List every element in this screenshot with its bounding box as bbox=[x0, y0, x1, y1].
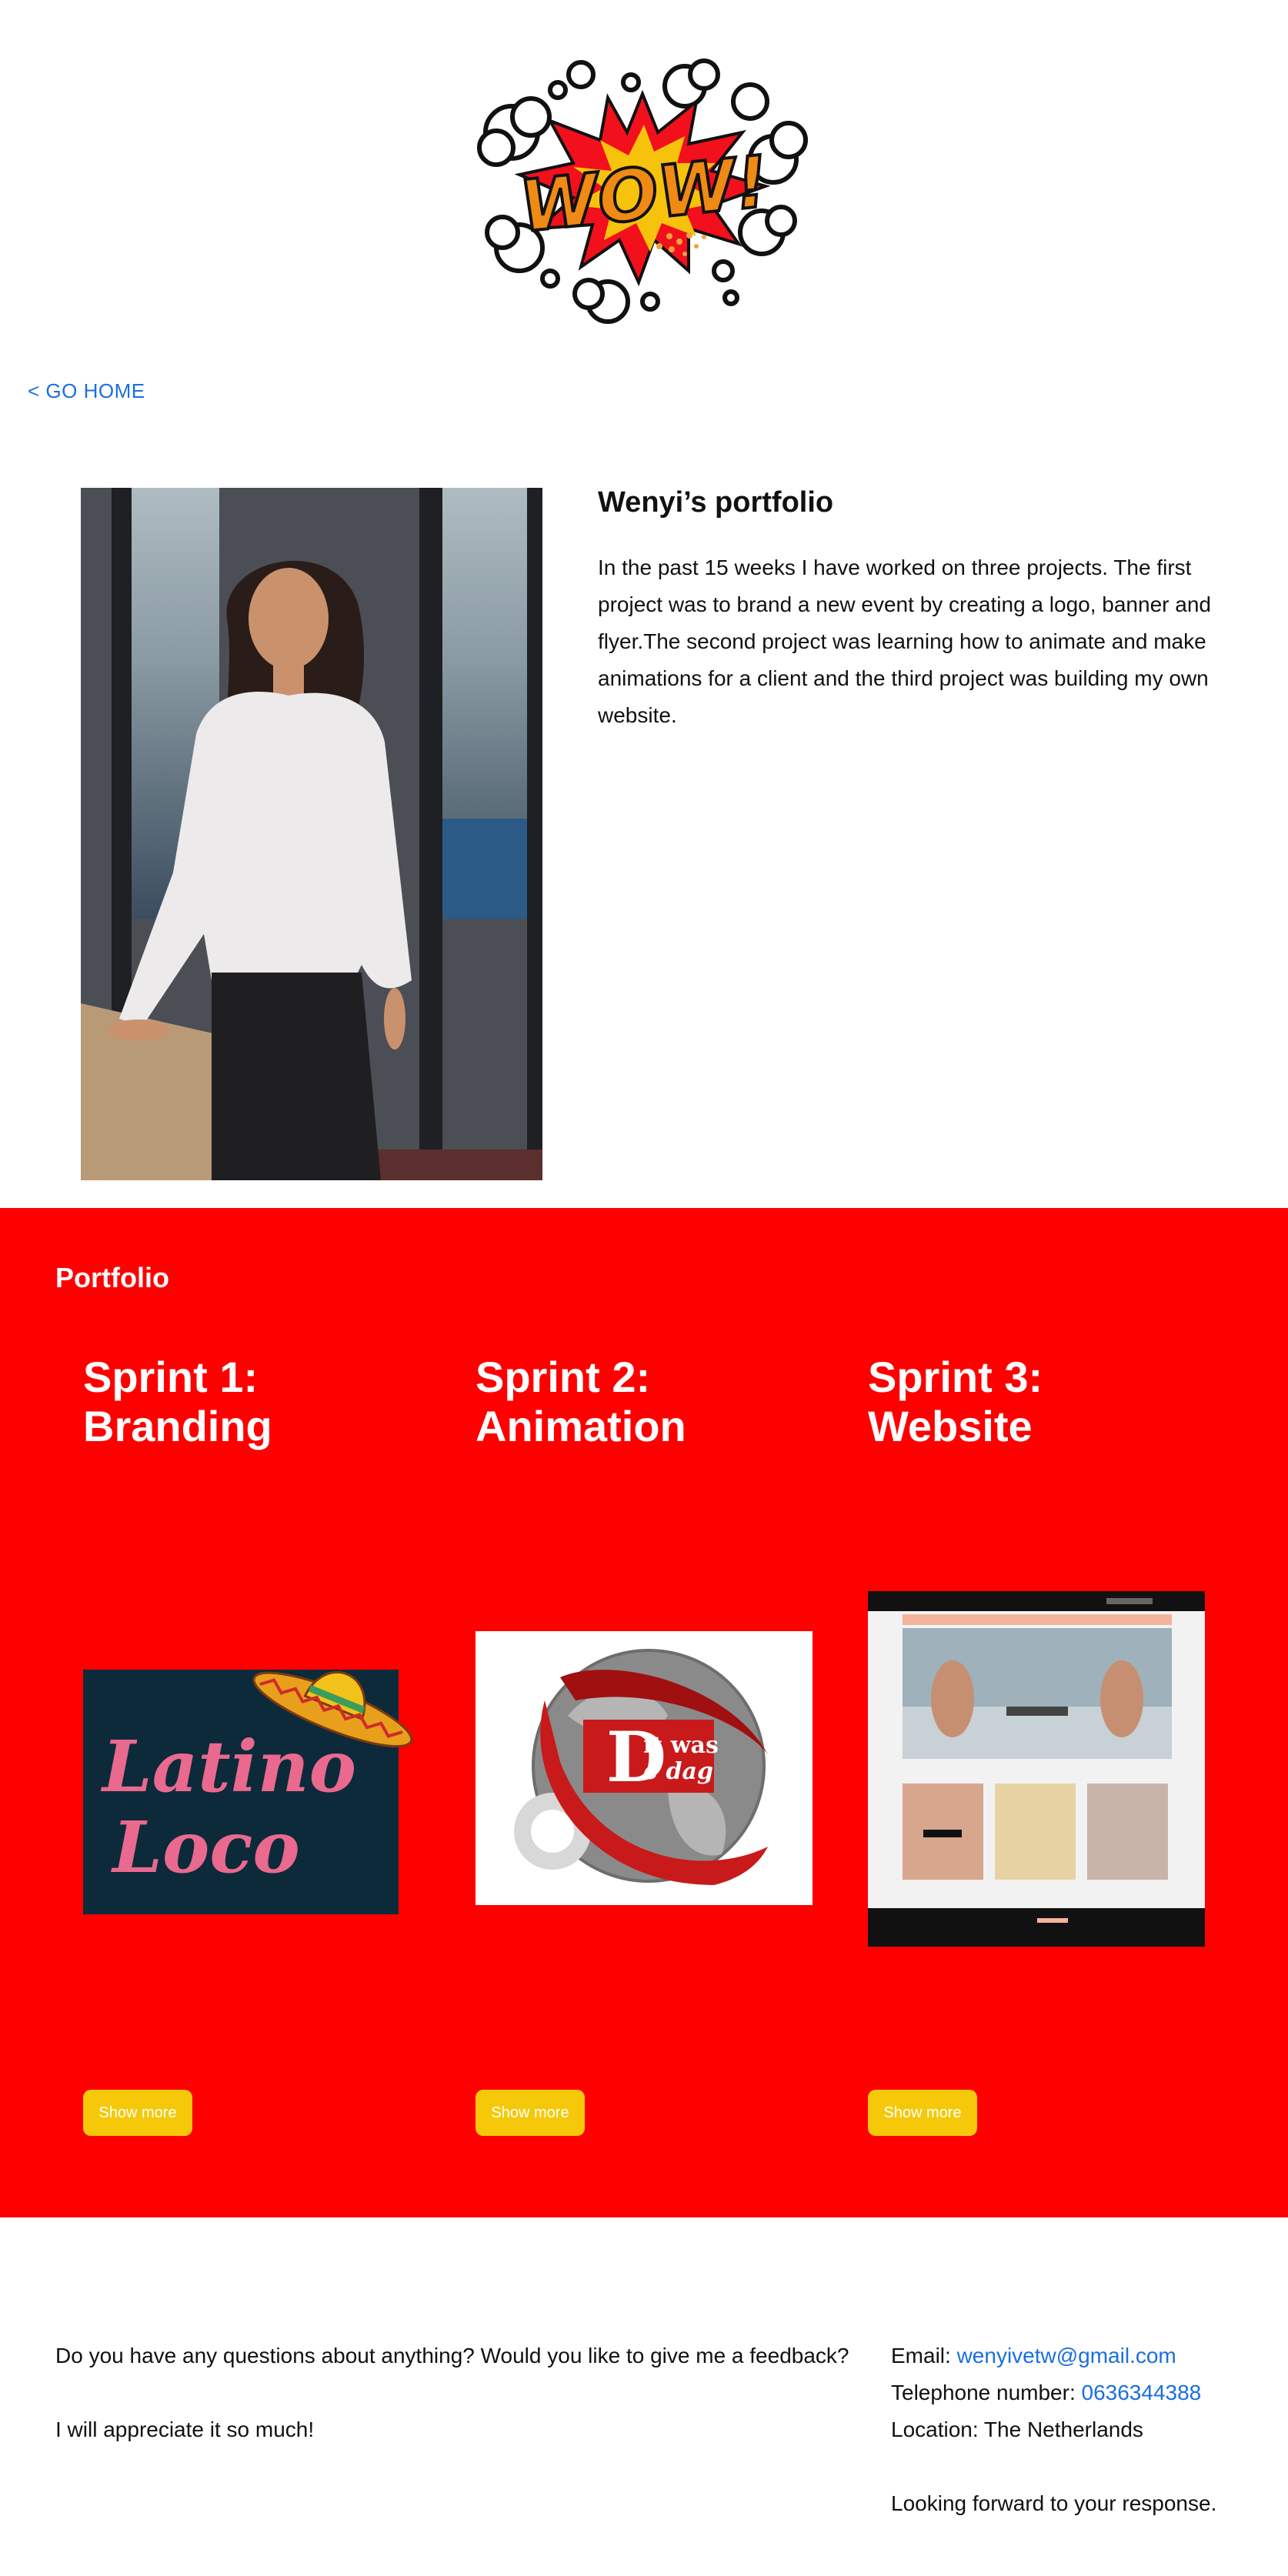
sprint-3-title-line1: Sprint 3: bbox=[868, 1353, 1043, 1401]
contact-closing: Looking forward to your response. bbox=[891, 2491, 1217, 2515]
wow-logo-text: WOW! bbox=[516, 140, 772, 248]
sprint-3-title: Sprint 3: Website bbox=[868, 1353, 1191, 1451]
go-home-link[interactable]: < GO HOME bbox=[28, 379, 145, 403]
portrait-image bbox=[81, 488, 542, 1180]
contact-phone-row: Telephone number: 0636344388 bbox=[891, 2374, 1276, 2411]
sprint-1-show-more-button[interactable]: Show more bbox=[83, 2090, 192, 2136]
intro-text: In the past 15 weeks I have worked on th… bbox=[598, 556, 1211, 727]
sprint-1-title-line1: Sprint 1: bbox=[83, 1353, 259, 1401]
sprint-2-title: Sprint 2: Animation bbox=[475, 1353, 799, 1451]
portfolio-section: Portfolio Sprint 1: Branding Sprint 2: A… bbox=[0, 1208, 1288, 2217]
email-label: Email: bbox=[891, 2344, 957, 2367]
sprint-1-title-line2: Branding bbox=[83, 1402, 272, 1450]
wow-logo: WOW! bbox=[465, 48, 819, 332]
sprint-2-title-line1: Sprint 2: bbox=[475, 1353, 651, 1401]
phone-label: Telephone number: bbox=[891, 2381, 1082, 2404]
sprint-2-show-more-button[interactable]: Show more bbox=[475, 2090, 585, 2136]
sprint-3-image bbox=[868, 1591, 1205, 1947]
de-dag-text: e dag bbox=[643, 1758, 713, 1785]
contact-location: Location: The Netherlands bbox=[891, 2418, 1143, 2441]
dit-was-text: it was bbox=[643, 1732, 719, 1759]
sprint-3-show-more-button[interactable]: Show more bbox=[868, 2090, 977, 2136]
sprint-2-title-line2: Animation bbox=[475, 1402, 686, 1450]
footer-contact-block: Email: wenyivetw@gmail.com Telephone num… bbox=[891, 2337, 1276, 2522]
phone-link[interactable]: 0636344388 bbox=[1082, 2381, 1202, 2404]
footer-appreciate: I will appreciate it so much! bbox=[55, 2418, 315, 2441]
sprint-2-image: D it was e dag bbox=[475, 1631, 813, 1905]
portrait-photo bbox=[81, 488, 542, 1180]
email-link[interactable]: wenyivetw@gmail.com bbox=[957, 2344, 1176, 2367]
intro-title: Wenyi’s portfolio bbox=[598, 486, 834, 519]
contact-email-row: Email: wenyivetw@gmail.com bbox=[891, 2337, 1276, 2374]
sprint-3-title-line2: Website bbox=[868, 1402, 1033, 1450]
wow-logo-graphic: WOW! bbox=[477, 58, 808, 324]
footer-question-block: Do you have any questions about anything… bbox=[55, 2337, 886, 2448]
sprint-1-image: Latino Loco bbox=[83, 1637, 422, 1914]
portfolio-heading: Portfolio bbox=[55, 1262, 169, 1293]
sprint-1-title: Sprint 1: Branding bbox=[83, 1353, 406, 1451]
footer-question: Do you have any questions about anything… bbox=[55, 2344, 849, 2367]
latino-loco-text-1: Latino bbox=[100, 1725, 356, 1808]
latino-loco-text-2: Loco bbox=[110, 1806, 299, 1889]
